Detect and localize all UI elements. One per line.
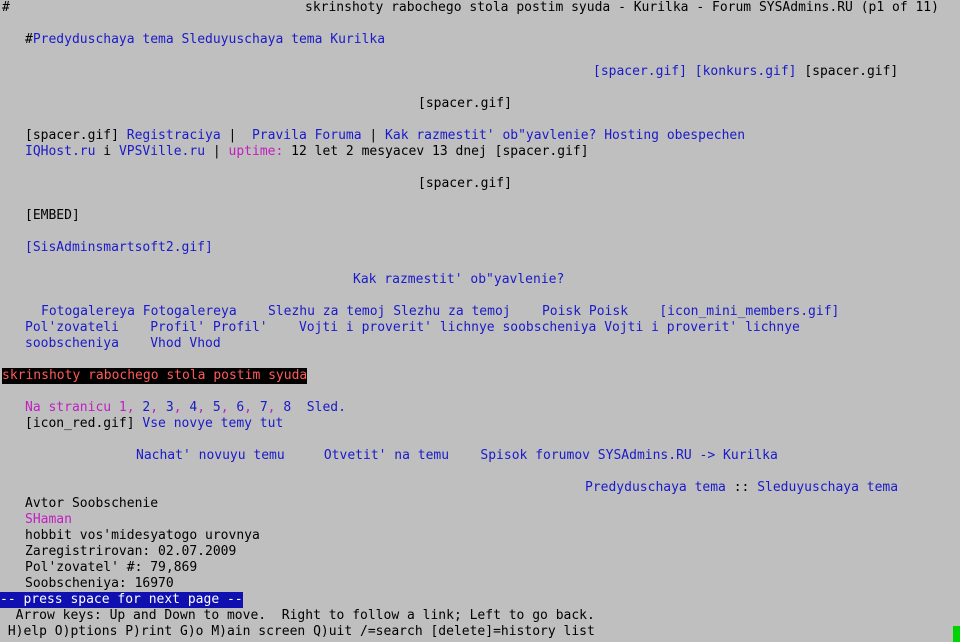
breadcrumb-arrow: -> <box>691 448 724 463</box>
embed-placeholder: [EMBED] <box>25 208 80 223</box>
hosting-row: IQHost.ru i VPSVille.ru | uptime: 12 let… <box>25 144 589 160</box>
how-to-post-ad-link[interactable]: Kak razmestit' ob"yavlenie? <box>353 272 564 288</box>
rules-link[interactable]: Pravila Foruma <box>252 128 362 143</box>
topic-title-link[interactable]: skrinshoty rabochego stola postim syuda <box>2 368 308 384</box>
how-to-post-ad-link[interactable]: Kak razmestit' ob"yavlenie? <box>385 128 596 143</box>
spacer-link[interactable]: [spacer.gif] <box>593 64 687 79</box>
conjunction: i <box>95 144 119 159</box>
sisadmin-banner-link[interactable]: [SisAdminsmartsoft2.gif] <box>25 240 213 256</box>
hash-marker: # <box>2 0 10 15</box>
private-messages-link-cont[interactable]: soobscheniya <box>25 336 119 351</box>
top-nav-hash: # <box>25 32 33 47</box>
forum-list-link[interactable]: Spisok forumov SYSAdmins.RU <box>480 448 691 463</box>
help-line-commands: H)elp O)ptions P)rint G)o M)ain screen Q… <box>0 624 595 639</box>
spacer-image: [spacer.gif] <box>418 176 512 191</box>
page-link[interactable]: 5 <box>213 400 221 415</box>
page-link[interactable]: 6 <box>236 400 244 415</box>
pagination-label: Na stranicu <box>25 400 112 415</box>
window-title: skrinshoty rabochego stola postim syuda … <box>305 0 939 15</box>
next-page-link[interactable]: Sled. <box>307 400 346 415</box>
next-topic-link[interactable]: Sleduyuschaya tema <box>757 480 898 495</box>
spacer-image: [spacer.gif] <box>804 64 899 79</box>
topic-nav: Predyduschaya tema :: Sleduyuschaya tema <box>585 480 898 496</box>
page-link[interactable]: 3 <box>166 400 174 415</box>
pagination: Na stranicu 1, 2, 3, 4, 5, 6, 7, 8 Sled. <box>25 400 346 415</box>
links-row: [spacer.gif] Registraciya | Pravila Foru… <box>25 128 745 144</box>
author-rank: hobbit vos'midesyatogo urovnya <box>25 528 260 543</box>
separator: | <box>205 144 229 159</box>
uptime-value: 12 let 2 mesyacev 13 dnej <box>283 144 495 159</box>
profile-link[interactable]: Profil' Profil' <box>150 320 267 335</box>
kurilka-link[interactable]: Kurilka <box>723 448 778 463</box>
help-line-arrows: Arrow keys: Up and Down to move. Right t… <box>0 608 595 623</box>
users-link[interactable]: Pol'zovateli <box>25 320 119 335</box>
separator: | <box>361 128 386 143</box>
spacer-image: [spacer.gif] <box>418 96 512 111</box>
all-new-topics-link[interactable]: Vse novye temy tut <box>142 416 283 431</box>
next-page-prompt: -- press space for next page -- <box>0 592 243 608</box>
spacer-image: [spacer.gif] <box>25 128 119 143</box>
hosting-link[interactable]: Hosting obespechen <box>604 128 745 143</box>
menu-row-2: Pol'zovateli Profil' Profil' Vojti i pro… <box>25 320 800 336</box>
prev-topic-link[interactable]: Predyduschaya tema <box>33 32 174 47</box>
separator: :: <box>725 480 758 495</box>
registration-link[interactable]: Registraciya <box>127 128 221 143</box>
private-messages-link[interactable]: Vojti i proverit' lichnye soobscheniya V… <box>299 320 800 335</box>
actions-row: Nachat' novuyu temu Otvetit' na temu Spi… <box>136 448 778 464</box>
page-link[interactable]: 8 <box>283 400 291 415</box>
top-nav: #Predyduschaya tema Sleduyuschaya tema K… <box>25 32 385 48</box>
new-topic-link[interactable]: Nachat' novuyu temu <box>136 448 285 463</box>
search-link[interactable]: Poisk Poisk <box>542 304 628 319</box>
author-message-count: Soobscheniya: 16970 <box>25 576 174 591</box>
prev-topic-link[interactable]: Predyduschaya tema <box>585 480 726 495</box>
banner-row: [spacer.gif] [konkurs.gif] [spacer.gif] <box>593 64 898 80</box>
reply-link[interactable]: Otvetit' na temu <box>324 448 449 463</box>
watched-topics-link[interactable]: Slezhu za temoj Slezhu za temoj <box>268 304 511 319</box>
photo-gallery-link[interactable]: Fotogalereya Fotogalereya <box>41 304 237 319</box>
iqhost-link[interactable]: IQHost.ru <box>25 144 95 159</box>
author-registered: Zaregistrirovan: 02.07.2009 <box>25 544 237 559</box>
author-user-number: Pol'zovatel' #: 79,869 <box>25 560 198 575</box>
next-topic-link[interactable]: Sleduyuschaya tema <box>182 32 323 47</box>
new-topics-row: [icon_red.gif] Vse novye temy tut <box>25 416 283 432</box>
page-link[interactable]: 7 <box>260 400 268 415</box>
post-author: SHaman <box>25 512 72 527</box>
page-current: 1 <box>118 400 127 415</box>
icon-red-image: [icon_red.gif] <box>25 416 135 431</box>
konkurs-link[interactable]: [konkurs.gif] <box>695 64 797 79</box>
menu-row-3: soobscheniya Vhod Vhod <box>25 336 221 352</box>
terminal-cursor <box>953 626 960 642</box>
kurilka-link[interactable]: Kurilka <box>330 32 385 47</box>
menu-row-1: Fotogalereya Fotogalereya Slezhu za temo… <box>41 304 839 320</box>
separator: | <box>220 128 245 143</box>
members-icon-link[interactable]: [icon_mini_members.gif] <box>659 304 839 319</box>
vpsville-link[interactable]: VPSVille.ru <box>119 144 205 159</box>
spacer-image: [spacer.gif] <box>494 144 589 159</box>
login-link[interactable]: Vhod Vhod <box>150 336 220 351</box>
uptime-label: uptime: <box>228 144 284 159</box>
post-header: Avtor Soobschenie <box>25 496 159 511</box>
